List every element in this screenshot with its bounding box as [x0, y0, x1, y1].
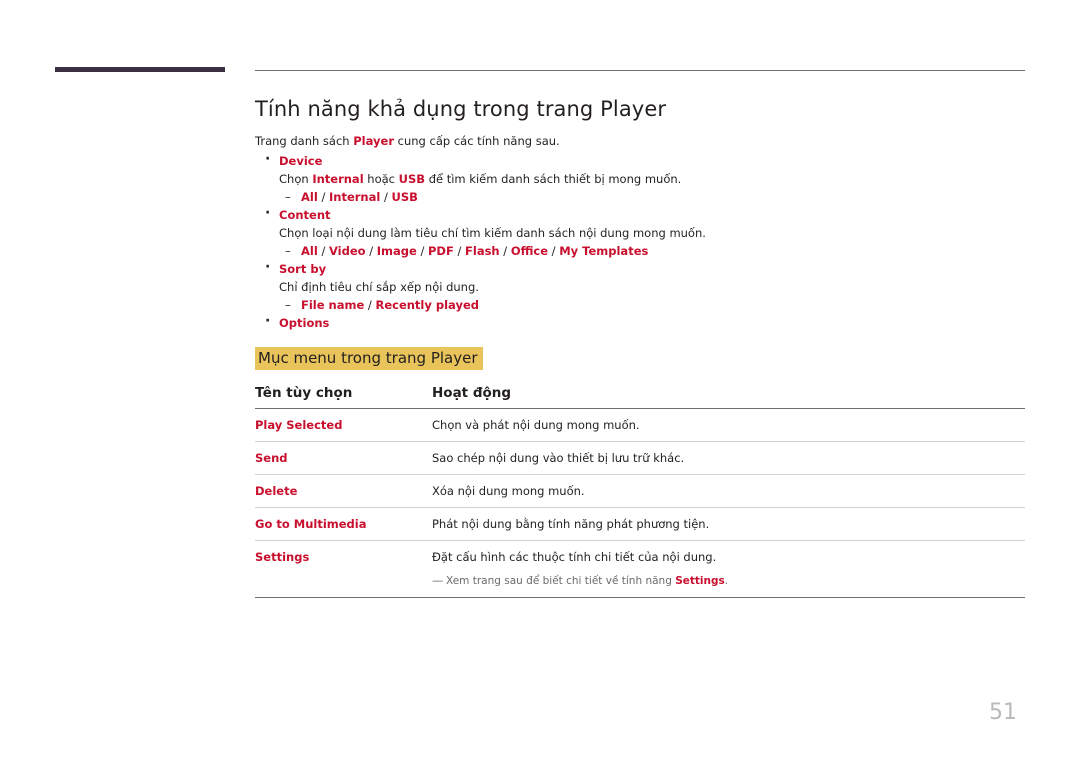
option-value: All — [301, 190, 318, 204]
bullet-heading: Content — [255, 205, 1025, 224]
menu-items-table: Tên tùy chọn Hoạt động Play Selected Chọ… — [255, 385, 1025, 597]
bullet-description: Chỉ định tiêu chí sắp xếp nội dung. — [255, 278, 1025, 296]
note-text-after: . — [724, 575, 729, 587]
row-option-name: Delete — [255, 484, 298, 498]
page-number: 51 — [989, 700, 1017, 725]
header-divider — [255, 70, 1025, 71]
desc-part-highlight: Internal — [312, 172, 364, 186]
column-header-action: Hoạt động — [432, 385, 512, 401]
table-row: Send Sao chép nội dung vào thiết bị lưu … — [255, 442, 1025, 475]
desc-part: Chỉ định tiêu chí sắp xếp nội dung. — [279, 280, 479, 294]
desc-part-highlight: USB — [398, 172, 426, 186]
document-page: Tính năng khả dụng trong trang Player Tr… — [0, 0, 1080, 763]
desc-part: để tìm kiếm danh sách thiết bị mong muốn… — [425, 172, 682, 186]
option-value: Recently played — [375, 298, 479, 312]
option-value: Internal — [328, 190, 381, 204]
settings-note: Xem trang sau để biết chi tiết về tính n… — [432, 574, 1025, 588]
row-option-desc: Xóa nội dung mong muốn. — [432, 484, 585, 498]
row-option-desc: Đặt cấu hình các thuộc tính chi tiết của… — [432, 550, 1025, 588]
bullet-heading: Sort by — [255, 259, 1025, 278]
list-item: Device Chọn Internal hoặc USB để tìm kiế… — [255, 151, 1025, 207]
row-option-name: Settings — [255, 550, 310, 564]
row-option-desc: Chọn và phát nội dung mong muốn. — [432, 418, 640, 432]
option-value: PDF — [428, 244, 454, 258]
bullet-options: All / Video / Image / PDF / Flash / Offi… — [255, 242, 1025, 261]
list-item: Options — [255, 313, 1025, 332]
option-value: Video — [328, 244, 366, 258]
feature-bullet-list: Device Chọn Internal hoặc USB để tìm kiế… — [255, 151, 1025, 332]
table-row: Delete Xóa nội dung mong muốn. — [255, 475, 1025, 508]
bullet-options: File name / Recently played — [255, 296, 1025, 315]
header-accent-bar — [55, 67, 225, 72]
bullet-description: Chọn Internal hoặc USB để tìm kiếm danh … — [255, 170, 1025, 188]
intro-paragraph: Trang danh sách Player cung cấp các tính… — [255, 134, 560, 148]
note-highlight: Settings — [675, 575, 725, 587]
option-value: Flash — [465, 244, 500, 258]
footer-divider — [255, 597, 1025, 598]
table-header-row: Tên tùy chọn Hoạt động — [255, 385, 1025, 409]
intro-text-after: cung cấp các tính năng sau. — [394, 134, 560, 148]
section-heading: Mục menu trong trang Player — [255, 347, 483, 370]
option-value: USB — [391, 190, 418, 204]
row-option-desc: Sao chép nội dung vào thiết bị lưu trữ k… — [432, 451, 685, 465]
row-option-desc: Phát nội dung bằng tính năng phát phương… — [432, 517, 710, 531]
bullet-description: Chọn loại nội dung làm tiêu chí tìm kiếm… — [255, 224, 1025, 242]
bullet-options: All / Internal / USB — [255, 188, 1025, 207]
note-text-before: Xem trang sau để biết chi tiết về tính n… — [446, 575, 676, 587]
table-row: Settings Đặt cấu hình các thuộc tính chi… — [255, 541, 1025, 597]
intro-text-before: Trang danh sách — [255, 134, 354, 148]
row-option-name: Go to Multimedia — [255, 517, 367, 531]
desc-part: Chọn loại nội dung làm tiêu chí tìm kiếm… — [279, 226, 706, 240]
page-title: Tính năng khả dụng trong trang Player — [255, 97, 667, 121]
option-value: My Templates — [559, 244, 649, 258]
row-option-name: Send — [255, 451, 288, 465]
table-row: Play Selected Chọn và phát nội dung mong… — [255, 409, 1025, 442]
desc-part: hoặc — [363, 172, 399, 186]
bullet-heading: Options — [255, 313, 1025, 332]
row-option-name: Play Selected — [255, 418, 343, 432]
bullet-heading: Device — [255, 151, 1025, 170]
option-value: Office — [510, 244, 549, 258]
column-header-name: Tên tùy chọn — [255, 385, 353, 401]
row-desc-text: Đặt cấu hình các thuộc tính chi tiết của… — [432, 550, 717, 564]
intro-highlight: Player — [353, 134, 394, 148]
option-value: File name — [301, 298, 365, 312]
list-item: Content Chọn loại nội dung làm tiêu chí … — [255, 205, 1025, 261]
option-value: Image — [376, 244, 417, 258]
option-value: All — [301, 244, 318, 258]
desc-part: Chọn — [279, 172, 313, 186]
table-row: Go to Multimedia Phát nội dung bằng tính… — [255, 508, 1025, 541]
list-item: Sort by Chỉ định tiêu chí sắp xếp nội du… — [255, 259, 1025, 315]
